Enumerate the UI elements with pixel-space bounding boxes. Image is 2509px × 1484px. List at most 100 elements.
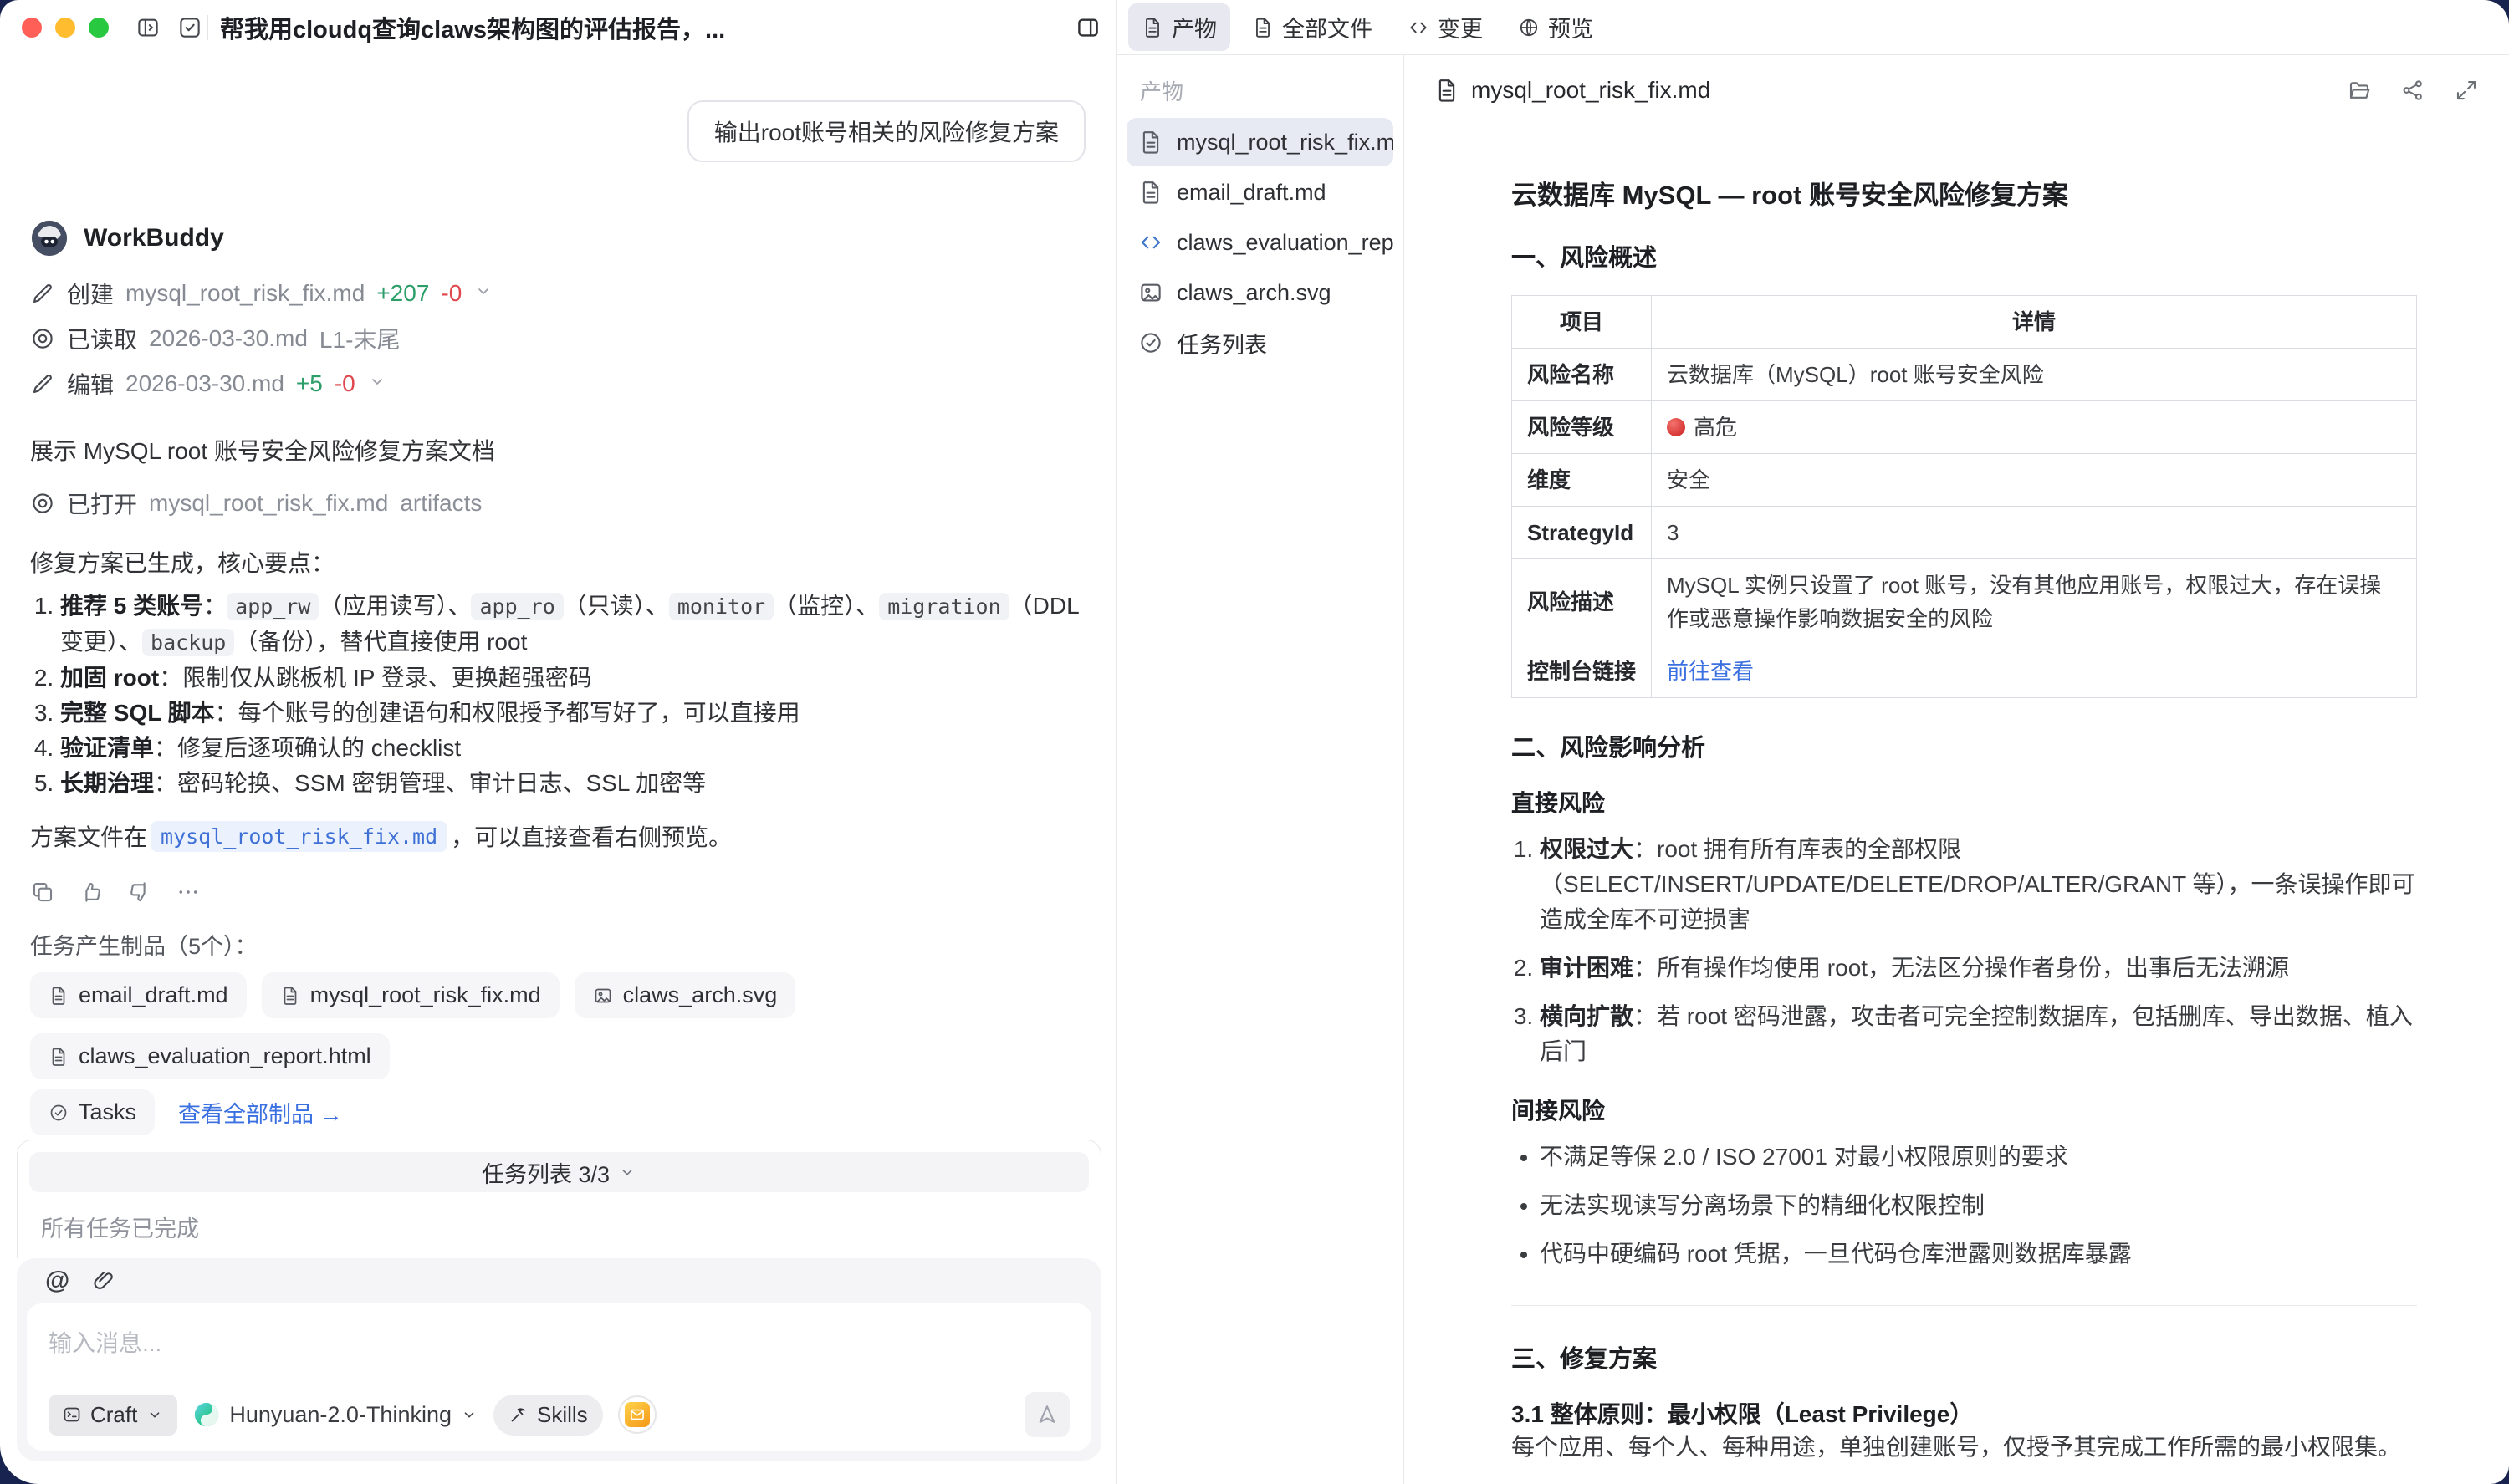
task-list-bar[interactable]: 任务列表 3/3 <box>29 1152 1089 1192</box>
tool-event-row[interactable]: 已读取2026-03-30.mdL1-末尾 <box>30 326 1086 351</box>
composer: @ 输入消息... Craft Hunyuan-2.0-Thinking Ski… <box>17 1258 1101 1461</box>
summary-point: 推荐 5 类账号：app_rw（应用读写）、app_ro（只读）、monitor… <box>60 589 1086 660</box>
copy-button[interactable] <box>30 880 55 905</box>
sidebar-item[interactable]: email_draft.md <box>1127 168 1393 217</box>
artifact-chips: email_draft.mdmysql_root_risk_fix.mdclaw… <box>30 972 1086 1079</box>
tool-event-row[interactable]: 编辑2026-03-30.md+5-0 <box>30 371 1086 396</box>
artifact-chip-label: mysql_root_risk_fix.md <box>310 982 541 1008</box>
more-button[interactable] <box>176 880 201 905</box>
check-icon <box>49 1103 69 1123</box>
sidebar-item-label: claws_arch.svg <box>1177 280 1331 306</box>
sidebar-item[interactable]: mysql_root_risk_fix.md <box>1127 118 1393 166</box>
artifact-chip-label: email_draft.md <box>79 982 228 1008</box>
artifact-chip[interactable]: claws_evaluation_report.html <box>30 1033 390 1079</box>
list-item: 无法实现读写分离场景下的精细化权限控制 <box>1540 1188 2417 1223</box>
file-icon <box>1138 180 1163 205</box>
model-select-button[interactable]: Hunyuan-2.0-Thinking <box>192 1400 478 1429</box>
titlebar: 帮我用cloudq查询claws架构图的评估报告，... <box>0 0 1116 55</box>
thumbs-up-button[interactable] <box>79 880 104 905</box>
chev-icon <box>367 371 387 391</box>
file-link[interactable]: mysql_root_risk_fix.md <box>151 821 447 852</box>
mention-icon[interactable]: @ <box>45 1268 69 1293</box>
tab-all-files[interactable]: 全部文件 <box>1239 3 1386 51</box>
artifacts-sidebar: 产物 mysql_root_risk_fix.md email_draft.mdc… <box>1117 55 1403 1484</box>
risk-overview-table: 项目 详情 风险名称云数据库（MySQL）root 账号安全风险风险等级高危维度… <box>1511 295 2417 698</box>
tab-preview[interactable]: 预览 <box>1505 3 1607 51</box>
view-all-artifacts-link[interactable]: 查看全部制品 → <box>178 1096 343 1129</box>
artifact-chip[interactable]: claws_arch.svg <box>575 972 796 1018</box>
eye-icon <box>30 326 55 351</box>
pencil-icon <box>30 281 55 306</box>
desktop: 帮我用cloudq查询claws架构图的评估报告，... 输出root账号相关的… <box>0 0 2509 1484</box>
artifact-chip[interactable]: email_draft.md <box>30 972 247 1018</box>
principle-text: 每个应用、每个人、每种用途，单独创建账号，仅授予其完成工作所需的最小权限集。 <box>1511 1430 2417 1465</box>
artifact-chip-label: claws_arch.svg <box>623 982 778 1008</box>
tab-artifacts[interactable]: 产物 <box>1128 3 1230 51</box>
mail-plugin-button[interactable] <box>618 1395 657 1434</box>
right-panel: 产物 全部文件变更预览 产物 mysql_root_risk_fix.mdemai… <box>1116 0 2509 1484</box>
file-icon <box>1252 17 1274 38</box>
close-window-button[interactable] <box>22 18 42 38</box>
inline-code: monitor <box>669 593 774 620</box>
sidebar-header: 产物 <box>1127 60 1393 118</box>
document-title: 云数据库 MySQL — root 账号安全风险修复方案 <box>1511 174 2417 212</box>
summary-point: 完整 SQL 脚本：每个账号的创建语句和权限授予都写好了，可以直接用 <box>60 696 1086 731</box>
document-content[interactable]: 云数据库 MySQL — root 账号安全风险修复方案 一、风险概述 项目 详… <box>1404 125 2509 1484</box>
minimize-window-button[interactable] <box>55 18 75 38</box>
sidebar-item[interactable]: claws_evaluation_repo... <box>1127 218 1393 267</box>
share-icon[interactable] <box>2400 78 2425 103</box>
sidebar-item[interactable]: 任务列表 <box>1127 319 1393 367</box>
file-icon <box>1434 78 1459 103</box>
hunyuan-model-icon <box>192 1400 221 1429</box>
attach-paperclip-icon[interactable] <box>91 1268 116 1293</box>
task-list-bar-label: 任务列表 3/3 <box>482 1156 610 1189</box>
tasks-chip-label: Tasks <box>79 1099 136 1125</box>
send-button[interactable] <box>1025 1392 1070 1437</box>
mail-icon <box>625 1402 650 1427</box>
chat-scroll-area[interactable]: 输出root账号相关的风险修复方案 WorkBuddy 创建mysql_root… <box>0 55 1116 1140</box>
indirect-risk-list: 不满足等保 2.0 / ISO 27001 对最小权限原则的要求无法实现读写分离… <box>1511 1140 2417 1272</box>
sidebar-item-label: claws_evaluation_repo... <box>1177 230 1393 256</box>
skills-button[interactable]: Skills <box>493 1395 603 1436</box>
eye-icon <box>30 491 55 516</box>
open-event-row[interactable]: 已打开mysql_root_risk_fix.mdartifacts <box>30 487 1086 520</box>
chev-icon <box>146 1405 164 1424</box>
inline-code: backup <box>142 629 234 656</box>
artifact-chip[interactable]: mysql_root_risk_fix.md <box>262 972 560 1018</box>
tab-changes[interactable]: 变更 <box>1394 3 1496 51</box>
titlebar-divider <box>207 15 208 40</box>
right-panel-tabs: 产物 全部文件变更预览 <box>1117 0 2509 55</box>
tool-event-row[interactable]: 创建mysql_root_risk_fix.md+207-0 <box>30 281 1086 306</box>
tasks-chip[interactable]: Tasks <box>30 1089 155 1135</box>
assistant-avatar <box>30 219 69 258</box>
sidebar-expand-icon[interactable] <box>135 15 161 40</box>
open-folder-icon[interactable] <box>2347 78 2372 103</box>
panel-toggle-icon[interactable] <box>1076 15 1101 40</box>
copy-icon <box>30 880 55 905</box>
chat-panel: 帮我用cloudq查询claws架构图的评估报告，... 输出root账号相关的… <box>0 0 1116 1484</box>
console-link[interactable]: 前往查看 <box>1667 659 1754 684</box>
sidebar-item-label: mysql_root_risk_fix.md <box>1177 130 1393 156</box>
thumbs-down-button[interactable] <box>127 880 152 905</box>
artifact-chip-label: claws_evaluation_report.html <box>79 1043 371 1069</box>
inline-code: app_ro <box>471 593 563 620</box>
expand-icon[interactable] <box>2454 78 2479 103</box>
tab-label: 全部文件 <box>1282 11 1372 43</box>
list-item: 代码中硬编码 root 凭据，一旦代码仓库泄露则数据库暴露 <box>1540 1237 2417 1272</box>
model-label: Hunyuan-2.0-Thinking <box>229 1402 452 1428</box>
tab-label: 产物 <box>1172 11 1217 43</box>
indirect-risk-heading: 间接风险 <box>1511 1093 2417 1126</box>
list-item: 不满足等保 2.0 / ISO 27001 对最小权限原则的要求 <box>1540 1140 2417 1175</box>
list-item: 权限过大：root 拥有所有库表的全部权限（SELECT/INSERT/UPDA… <box>1540 832 2417 937</box>
direct-risk-heading: 直接风险 <box>1511 785 2417 818</box>
assistant-name: WorkBuddy <box>84 224 224 252</box>
file-icon <box>280 986 300 1006</box>
tasks-checkbox-icon[interactable] <box>177 15 202 40</box>
table-row: 风险等级高危 <box>1512 401 2417 454</box>
mode-select-button[interactable]: Craft <box>49 1395 177 1436</box>
skills-icon <box>508 1405 529 1425</box>
sidebar-item[interactable]: claws_arch.svg <box>1127 268 1393 317</box>
artifacts-label: 任务产生制品（5个）： <box>30 928 1086 961</box>
zoom-window-button[interactable] <box>89 18 109 38</box>
message-input[interactable]: 输入消息... Craft Hunyuan-2.0-Thinking Skill… <box>27 1303 1091 1451</box>
